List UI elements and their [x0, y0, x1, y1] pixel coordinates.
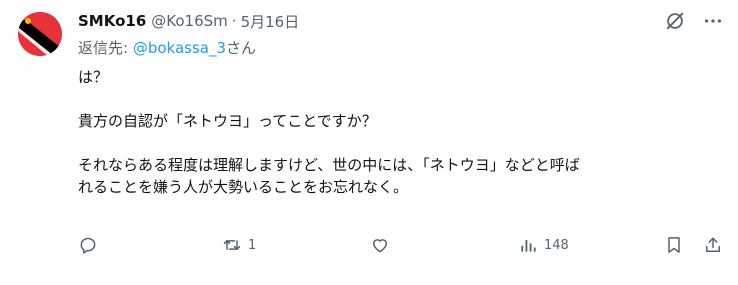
reply-to-line: 返信先: @bokassa_3さん — [78, 37, 256, 58]
retweet-icon — [223, 240, 241, 250]
tweet-actions: 1 148 — [0, 232, 738, 258]
tweet-date[interactable]: 5月16日 — [241, 11, 300, 32]
tweet-line: 貴方の自認が「ネトウヨ」ってことですか？ — [78, 112, 377, 130]
reply-to-suffix: さん — [226, 39, 257, 57]
views-count: 148 — [544, 237, 569, 253]
like-icon — [373, 239, 387, 253]
retweet-button[interactable]: 1 — [222, 232, 256, 258]
retweet-count: 1 — [248, 237, 257, 253]
avatar-flag-image — [18, 12, 62, 56]
reply-icon — [80, 237, 96, 254]
reply-to-label: 返信先: — [78, 39, 133, 57]
reply-button[interactable] — [78, 232, 98, 258]
share-button[interactable] — [703, 232, 723, 258]
author-handle[interactable]: @Ko16Sm — [151, 12, 228, 30]
tweet-header: SMKo16 @Ko16Sm · 5月16日 — [78, 9, 299, 33]
author-name[interactable]: SMKo16 — [78, 12, 146, 30]
grok-icon[interactable] — [664, 10, 686, 32]
bookmark-button[interactable] — [664, 232, 684, 258]
views-icon — [521, 240, 536, 252]
tweet-line: それならある程度は理解しますけど、世の中には、「ネトウヨ」などと呼ば — [78, 156, 580, 174]
more-icon[interactable] — [702, 10, 724, 32]
tweet-line: れることを嫌う人が大勢いることをお忘れなく。 — [78, 178, 409, 196]
tweet-line: は？ — [78, 68, 109, 86]
reply-to-mention[interactable]: @bokassa_3 — [133, 39, 226, 57]
bookmark-icon — [668, 237, 680, 253]
tweet-body: は？ 貴方の自認が「ネトウヨ」ってことですか？ それならある程度は理解しますけど… — [78, 66, 718, 198]
views-button[interactable]: 148 — [518, 232, 569, 258]
like-button[interactable] — [370, 232, 390, 258]
share-icon — [706, 237, 720, 252]
header-separator: · — [231, 12, 237, 30]
avatar[interactable] — [18, 12, 62, 56]
